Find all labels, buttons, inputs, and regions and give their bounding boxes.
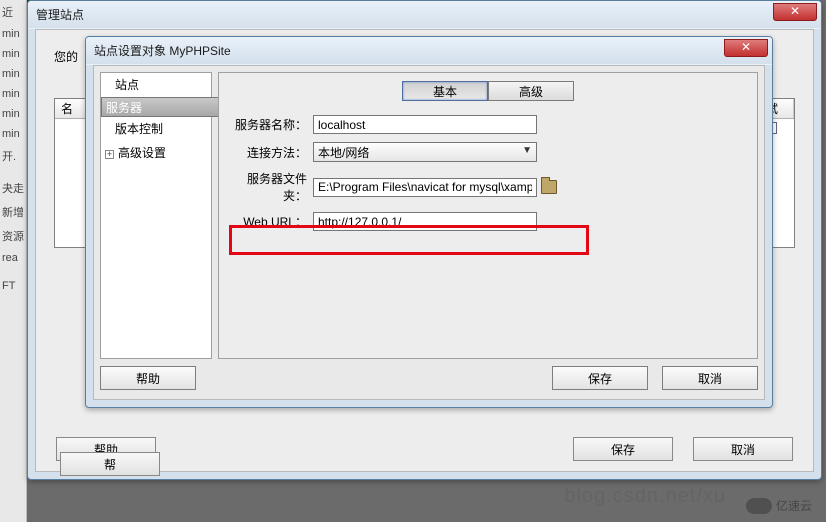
manage-title: 管理站点 (36, 6, 84, 23)
help-button[interactable]: 帮助 (100, 366, 196, 390)
help-button-outer[interactable]: 帮 (60, 452, 160, 476)
cancel-button[interactable]: 取消 (693, 437, 793, 461)
strip-item (0, 268, 26, 276)
weburl-input[interactable] (313, 212, 537, 231)
settings-sidebar: 站点 服务器 版本控制 +高级设置 (100, 72, 212, 359)
strip-item: 资源 (0, 224, 26, 248)
left-strip: 近 min min min min min min 开. 夬走 新增 资源 re… (0, 0, 27, 522)
cancel-button[interactable]: 取消 (662, 366, 758, 390)
row-server-name: 服务器名称： (227, 115, 749, 134)
strip-item: 新增 (0, 200, 26, 224)
strip-item: 开. (0, 144, 26, 168)
strip-item: 夬走 (0, 176, 26, 200)
strip-item: min (0, 104, 26, 124)
sidebar-label: 高级设置 (118, 146, 166, 160)
strip-item: FT (0, 276, 26, 296)
manage-titlebar[interactable]: 管理站点 ✕ (28, 1, 821, 29)
strip-item: min (0, 124, 26, 144)
strip-item: rea (0, 248, 26, 268)
settings-body: 站点 服务器 版本控制 +高级设置 基本高级 服务器名称： 连接方法： 本地/网… (93, 65, 765, 400)
sidebar-item-version[interactable]: 版本控制 (101, 117, 211, 141)
row-weburl: Web URL： (227, 212, 749, 231)
settings-content: 基本高级 服务器名称： 连接方法： 本地/网络 服务器文件夹： Web URL： (218, 72, 758, 359)
save-button[interactable]: 保存 (573, 437, 673, 461)
server-name-input[interactable] (313, 115, 537, 134)
blog-watermark: blog.csdn.net/xu (564, 485, 726, 508)
sidebar-item-advanced[interactable]: + 高级设置 (101, 141, 211, 165)
folder-browse-icon[interactable] (541, 180, 557, 194)
strip-item: min (0, 44, 26, 64)
settings-title: 站点设置对象 MyPHPSite (94, 42, 231, 59)
tabbar: 基本高级 (227, 81, 749, 101)
expand-icon[interactable]: + (105, 150, 114, 159)
row-folder: 服务器文件夹： (227, 170, 749, 204)
watermark: 亿速云 (746, 497, 812, 514)
save-button[interactable]: 保存 (552, 366, 648, 390)
settings-buttons: 帮助 保存 取消 (100, 363, 758, 393)
cloud-icon (746, 498, 772, 514)
label-conn: 连接方法： (227, 144, 313, 161)
sidebar-item-site[interactable]: 站点 (101, 73, 211, 97)
strip-item (0, 168, 26, 176)
tab-advanced[interactable]: 高级 (488, 81, 574, 101)
folder-input[interactable] (313, 178, 537, 197)
desc-prefix: 您的 (54, 50, 78, 64)
close-button[interactable]: ✕ (724, 39, 768, 57)
tab-basic[interactable]: 基本 (402, 81, 488, 101)
label-weburl: Web URL： (227, 213, 313, 230)
site-settings-window: 站点设置对象 MyPHPSite ✕ 站点 服务器 版本控制 +高级设置 基本高… (85, 36, 773, 408)
conn-value: 本地/网络 (318, 146, 369, 160)
close-button[interactable]: ✕ (773, 3, 817, 21)
strip-item: 近 (0, 0, 26, 24)
label-folder: 服务器文件夹： (227, 170, 313, 204)
strip-item: min (0, 64, 26, 84)
strip-item: min (0, 24, 26, 44)
watermark-text: 亿速云 (776, 497, 812, 514)
label-server-name: 服务器名称： (227, 116, 313, 133)
settings-titlebar[interactable]: 站点设置对象 MyPHPSite ✕ (86, 37, 772, 65)
row-conn: 连接方法： 本地/网络 (227, 142, 749, 162)
strip-item: min (0, 84, 26, 104)
conn-select[interactable]: 本地/网络 (313, 142, 537, 162)
